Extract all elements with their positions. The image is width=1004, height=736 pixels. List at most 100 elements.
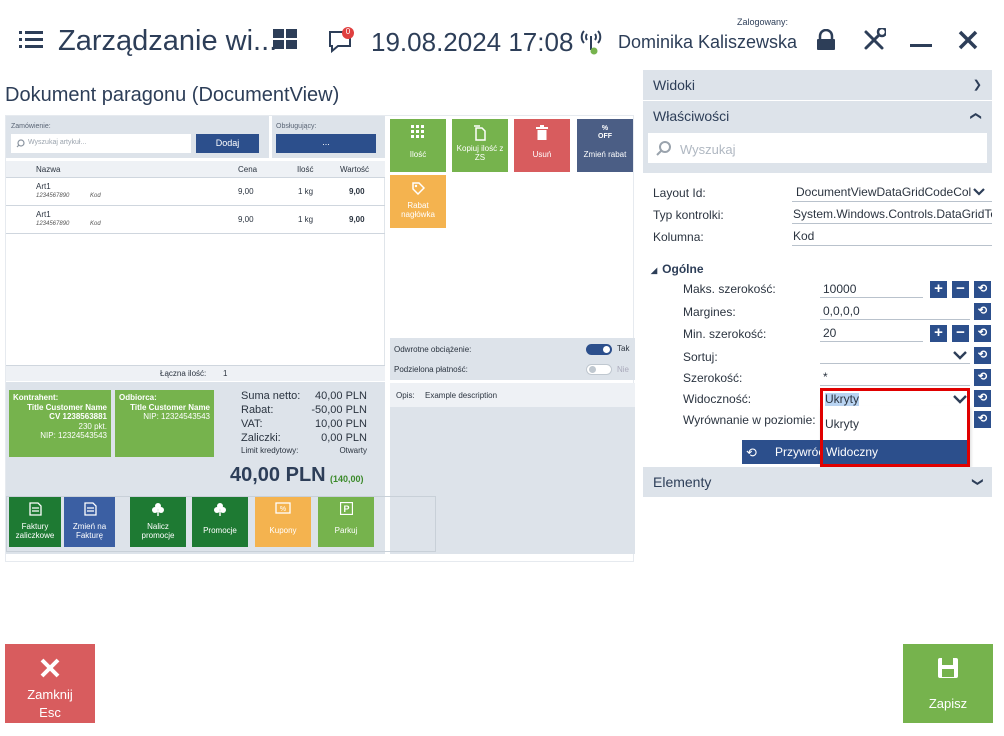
page-title: Dokument paragonu (DocumentView) <box>5 84 340 106</box>
change-discount-tile[interactable]: % OFF Zmień rabat <box>577 119 633 172</box>
coupons-tile[interactable]: % Kupony <box>255 497 311 547</box>
menu-icon[interactable] <box>19 30 43 50</box>
row-price: 9,00 <box>238 187 254 196</box>
general-group-toggle[interactable]: ◢ Ogólne <box>651 262 704 276</box>
general-label: Ogólne <box>662 262 704 276</box>
add-button[interactable]: Dodaj <box>196 134 259 153</box>
chevron-down-icon[interactable] <box>953 350 967 360</box>
close-button[interactable]: Zamknij Esc <box>5 644 95 723</box>
summary-labels: Suma netto: Rabat: VAT: Zaliczki: Limit … <box>241 389 300 456</box>
recipient-tile[interactable]: Odbiorca: Title Customer Name NIP: 12324… <box>115 390 214 457</box>
quantity-label: Ilość <box>409 150 427 159</box>
quantity-tile[interactable]: Ilość <box>390 119 446 172</box>
reset-width-button[interactable]: ⟲ <box>974 369 991 386</box>
restore-button[interactable]: ⟲ Przywróć <box>742 440 824 464</box>
increase-min-width-button[interactable]: + <box>930 325 947 342</box>
elements-label: Elementy <box>653 474 712 490</box>
served-label: Obsługujący: <box>276 123 317 130</box>
recipient-name: Title Customer Name <box>130 402 210 412</box>
save-label: Zapisz <box>928 696 968 711</box>
keypad-icon <box>411 125 424 138</box>
reset-halign-button[interactable]: ⟲ <box>974 411 991 428</box>
width-label: Szerokość: <box>683 371 743 385</box>
header-discount-tile[interactable]: Rabat nagłówka <box>390 175 446 228</box>
park-tile[interactable]: P Parkuj <box>318 497 374 547</box>
option-visible[interactable]: Widoczny <box>823 440 967 464</box>
minimize-icon[interactable] <box>910 44 932 47</box>
column-label: Kolumna: <box>653 230 704 244</box>
reverse-charge-toggle[interactable] <box>586 344 612 355</box>
net-value: 40,00 PLN <box>315 390 367 402</box>
promotions-tile[interactable]: Promocje <box>192 497 248 547</box>
properties-search-input[interactable]: Wyszukaj <box>648 133 987 163</box>
credit-limit-value: Otwarty <box>339 446 367 455</box>
total-sub: (140,00) <box>330 474 364 484</box>
change-to-invoice-label: Zmień na Fakturę <box>72 522 107 540</box>
visibility-select[interactable]: Ukryty <box>820 388 970 408</box>
tools-icon[interactable] <box>862 28 886 52</box>
collapse-triangle-icon: ◢ <box>651 266 658 275</box>
delete-label: Usuń <box>532 150 552 159</box>
discount-tag-icon <box>412 182 425 195</box>
split-payment-row: Podzielona płatność: Nie <box>390 360 635 380</box>
copy-qty-label: Kopiuj ilość z ZS <box>456 144 504 162</box>
option-hidden[interactable]: Ukryty <box>825 417 859 431</box>
article-search-input[interactable]: Wyszukaj artykuł... <box>11 134 191 153</box>
advance-invoices-tile[interactable]: Faktury zaliczkowe <box>9 497 61 547</box>
reset-max-width-button[interactable]: ⟲ <box>974 281 991 298</box>
reverse-charge-row: Odwrotne obciążenie: Tak <box>390 338 635 360</box>
reverse-charge-value: Tak <box>617 344 630 353</box>
reset-margins-button[interactable]: ⟲ <box>974 303 991 320</box>
increase-max-width-button[interactable]: + <box>930 281 947 298</box>
col-value[interactable]: Wartość <box>340 165 369 174</box>
notification-icon[interactable]: 0 <box>328 26 358 54</box>
copy-qty-tile[interactable]: Kopiuj ilość z ZS <box>452 119 508 172</box>
decrease-min-width-button[interactable]: − <box>952 325 969 342</box>
col-price[interactable]: Cena <box>238 165 257 174</box>
min-width-input[interactable]: 20 <box>823 326 836 340</box>
search-icon <box>16 139 25 148</box>
total-qty-row: Łączna ilość: 1 <box>6 365 385 381</box>
document-icon <box>29 502 42 516</box>
max-width-input[interactable]: 10000 <box>823 282 856 296</box>
visibility-selected-value: Ukryty <box>825 392 859 406</box>
table-row[interactable]: Art1 1234567890 Kod 9,00 1 kg 9,00 <box>6 206 385 234</box>
row-qty: 1 kg <box>298 215 314 224</box>
control-type-label: Typ kontrolki: <box>653 208 724 222</box>
reset-sort-button[interactable]: ⟲ <box>974 347 991 364</box>
col-name[interactable]: Nazwa <box>36 165 60 174</box>
grid-view-icon[interactable] <box>273 29 297 49</box>
parking-icon: P <box>339 502 353 515</box>
lock-icon[interactable] <box>815 29 837 51</box>
header-bar: Zarządzanie wi... 0 19.08.2024 17:08 Zal… <box>0 0 1004 72</box>
total-qty-label: Łączna ilość: <box>160 369 207 378</box>
views-section-header[interactable]: Widoki ❯ <box>643 70 992 100</box>
layout-id-value[interactable]: DocumentViewDataGridCodeColu <box>796 185 971 199</box>
width-input[interactable]: * <box>823 370 828 384</box>
close-icon[interactable] <box>958 30 978 50</box>
split-payment-toggle[interactable] <box>586 364 612 375</box>
chevron-up-icon: ❯ <box>969 111 982 121</box>
visibility-label: Widoczność: <box>683 392 752 406</box>
col-qty[interactable]: Ilość <box>297 165 313 174</box>
row-name: Art1 <box>36 182 51 191</box>
decrease-max-width-button[interactable]: − <box>952 281 969 298</box>
save-button[interactable]: Zapisz <box>903 644 993 723</box>
reset-min-width-button[interactable]: ⟲ <box>974 325 991 342</box>
split-payment-value: Nie <box>617 365 630 374</box>
margins-input[interactable]: 0,0,0,0 <box>823 304 860 318</box>
net-label: Suma netto: <box>241 390 301 402</box>
change-to-invoice-tile[interactable]: Zmień na Fakturę <box>64 497 115 547</box>
elements-section-header[interactable]: Elementy ❯ <box>643 467 992 497</box>
contractor-tile[interactable]: Kontrahent: Title Customer Name CV 12385… <box>9 390 111 457</box>
served-pane: Obsługujący: ... <box>272 116 385 158</box>
served-select[interactable]: ... <box>276 134 376 153</box>
delete-tile[interactable]: Usuń <box>514 119 570 172</box>
table-row[interactable]: Art1 1234567890 Kod 9,00 1 kg 9,00 <box>6 178 385 206</box>
contractor-title: Kontrahent: <box>13 393 59 402</box>
reset-visibility-button[interactable]: ⟲ <box>974 390 991 407</box>
apply-promotions-tile[interactable]: Nalicz promocje <box>130 497 186 547</box>
chevron-down-icon[interactable] <box>973 187 985 197</box>
properties-section-header[interactable]: Właściwości ❯ <box>643 101 992 131</box>
svg-text:%: % <box>280 506 286 513</box>
